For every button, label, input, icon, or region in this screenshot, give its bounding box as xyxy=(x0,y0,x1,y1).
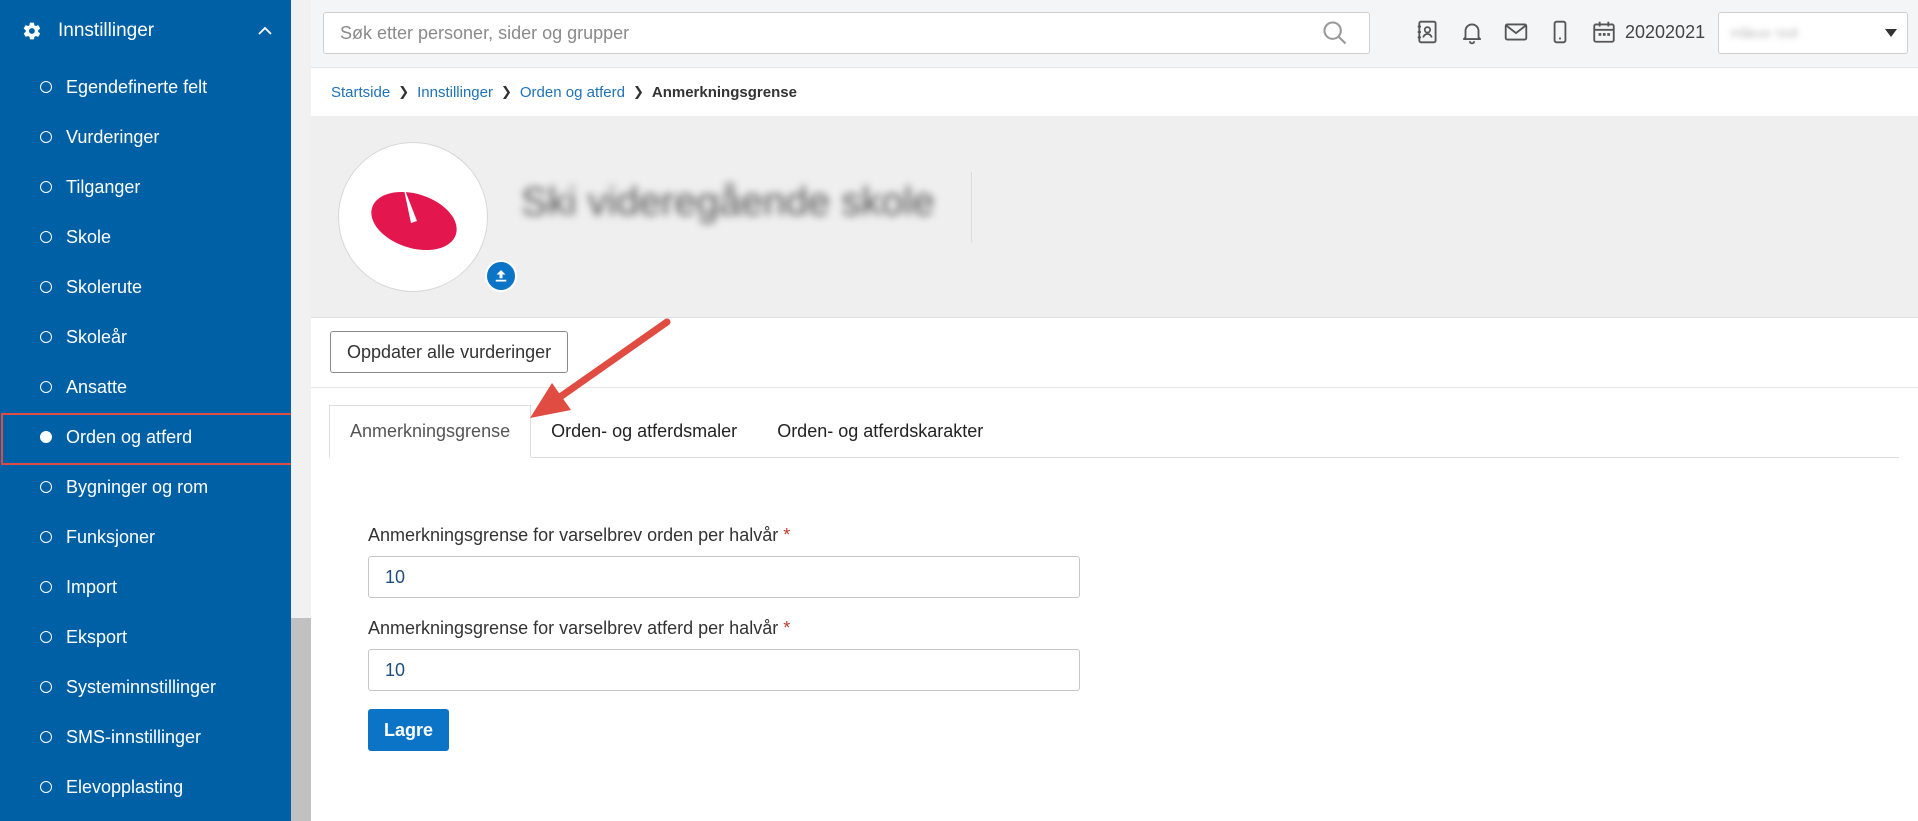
sidebar-item-funksjoner[interactable]: Funksjoner xyxy=(0,512,291,562)
bullet-icon xyxy=(40,681,52,693)
bullet-icon xyxy=(40,81,52,93)
user-menu[interactable]: Håkon Voll xyxy=(1718,12,1908,54)
sidebar-item-label: Vurderinger xyxy=(66,126,160,147)
action-bar: Oppdater alle vurderinger xyxy=(311,318,1918,388)
bullet-icon xyxy=(40,381,52,393)
sidebar-item-orden-og-atferd[interactable]: Orden og atferd xyxy=(0,412,293,465)
contacts-icon[interactable] xyxy=(1415,18,1441,46)
save-button[interactable]: Lagre xyxy=(368,709,450,751)
top-icons: 20202021 xyxy=(1415,14,1705,50)
sidebar: Innstillinger Egendefinerte felt Vurderin… xyxy=(0,0,293,821)
order-limit-label: Anmerkningsgrense for varselbrev orden p… xyxy=(368,525,791,545)
mobile-icon[interactable] xyxy=(1547,18,1573,46)
breadcrumb-link[interactable]: Innstillinger xyxy=(417,84,493,101)
sidebar-item-sms-innstillinger[interactable]: SMS-innstillinger xyxy=(0,712,291,762)
sidebar-item-vurderinger[interactable]: Vurderinger xyxy=(0,112,291,162)
caret-down-icon xyxy=(1885,29,1897,37)
breadcrumb: Startside ❯ Innstillinger ❯ Orden og atferd ❯… xyxy=(311,68,1918,116)
chevron-right-icon: ❯ xyxy=(632,84,644,99)
sidebar-item-label: Ansatte xyxy=(66,376,128,397)
logo-mark xyxy=(371,185,457,251)
bullet-icon xyxy=(40,481,52,493)
sidebar-scrollbar[interactable] xyxy=(291,0,311,821)
bullet-icon xyxy=(40,531,52,543)
order-limit-input[interactable] xyxy=(368,556,1080,598)
breadcrumb-current: Anmerkningsgrense xyxy=(651,83,797,101)
behavior-limit-input[interactable] xyxy=(368,649,1080,691)
tab-anmerkningsgrense[interactable]: Anmerkningsgrense xyxy=(329,405,532,458)
tab-orden-og-atferdsmaler[interactable]: Orden- og atferdsmaler xyxy=(531,405,757,458)
sidebar-item-tilganger[interactable]: Tilganger xyxy=(0,162,291,212)
sidebar-item-skolerute[interactable]: Skolerute xyxy=(0,262,291,312)
search-icon[interactable] xyxy=(1321,19,1349,47)
chevron-right-icon: ❯ xyxy=(398,84,410,99)
required-marker: * xyxy=(783,525,791,545)
school-name: Ski videregående skole xyxy=(521,180,935,224)
sidebar-item-label: Elevopplasting xyxy=(66,776,184,797)
bullet-icon xyxy=(40,431,52,443)
sidebar-item-label: Tilganger xyxy=(66,176,141,197)
bullet-icon xyxy=(40,331,52,343)
bullet-icon xyxy=(40,781,52,793)
mail-icon[interactable] xyxy=(1503,18,1529,46)
sidebar-menu: Egendefinerte felt Vurderinger Tilganger Sk… xyxy=(0,62,293,812)
sidebar-item-ansatte[interactable]: Ansatte xyxy=(0,362,291,412)
upload-logo-button[interactable] xyxy=(485,260,517,292)
sidebar-item-eksport[interactable]: Eksport xyxy=(0,612,291,662)
bullet-icon xyxy=(40,581,52,593)
tab-orden-og-atferdskarakter[interactable]: Orden- og atferdskarakter xyxy=(757,405,1003,458)
school-logo xyxy=(338,142,488,292)
sidebar-item-label: Egendefinerte felt xyxy=(66,76,208,97)
remark-limit-form: Anmerkningsgrense for varselbrev orden p… xyxy=(368,525,1080,751)
behavior-limit-field: Anmerkningsgrense for varselbrev atferd … xyxy=(368,618,1080,691)
calendar-icon[interactable] xyxy=(1591,18,1617,46)
behavior-limit-label: Anmerkningsgrense for varselbrev atferd … xyxy=(368,618,791,638)
school-year[interactable]: 20202021 xyxy=(1625,22,1705,43)
school-profile: Ski videregående skole xyxy=(311,116,1918,318)
sidebar-item-systeminnstillinger[interactable]: Systeminnstillinger xyxy=(0,662,291,712)
search-input[interactable] xyxy=(323,12,1370,54)
main-content: 20202021 Håkon Voll Startside ❯ Innstillin… xyxy=(311,0,1918,821)
user-name: Håkon Voll xyxy=(1731,25,1798,41)
sidebar-item-skoleår[interactable]: Skoleår xyxy=(0,312,291,362)
sidebar-item-label: Skolerute xyxy=(66,276,143,297)
breadcrumb-link[interactable]: Orden og atferd xyxy=(520,84,625,101)
bullet-icon xyxy=(40,631,52,643)
upload-icon xyxy=(495,270,507,282)
sidebar-item-label: Bygninger og rom xyxy=(66,476,209,497)
sidebar-item-import[interactable]: Import xyxy=(0,562,291,612)
sidebar-item-label: Orden og atferd xyxy=(66,426,193,447)
chevron-up-icon[interactable] xyxy=(256,22,274,40)
tab-bar: Anmerkningsgrense Orden- og atferdsmaler O… xyxy=(329,405,1899,458)
bullet-icon xyxy=(40,131,52,143)
sidebar-header-settings[interactable]: Innstillinger xyxy=(0,0,291,62)
sidebar-item-label: Systeminnstillinger xyxy=(66,676,217,697)
sidebar-item-bygninger-og-rom[interactable]: Bygninger og rom xyxy=(0,462,291,512)
sidebar-item-label: Eksport xyxy=(66,626,128,647)
sidebar-item-label: Import xyxy=(66,576,118,597)
bullet-icon xyxy=(40,731,52,743)
sidebar-item-elevopplasting[interactable]: Elevopplasting xyxy=(0,762,291,812)
scrollbar-thumb[interactable] xyxy=(291,618,311,821)
required-marker: * xyxy=(783,618,791,638)
sidebar-item-label: Funksjoner xyxy=(66,526,156,547)
sidebar-item-label: Skoleår xyxy=(66,326,128,347)
order-limit-field: Anmerkningsgrense for varselbrev orden p… xyxy=(368,525,1080,598)
bullet-icon xyxy=(40,181,52,193)
sidebar-item-label: SMS-innstillinger xyxy=(66,726,202,747)
sidebar-header-label: Innstillinger xyxy=(58,20,155,41)
update-all-assessments-button[interactable]: Oppdater alle vurderinger xyxy=(330,331,569,373)
gear-icon xyxy=(23,22,41,40)
bullet-icon xyxy=(40,231,52,243)
sidebar-item-egendefinerte-felt[interactable]: Egendefinerte felt xyxy=(0,62,291,112)
sidebar-item-label: Skole xyxy=(66,226,112,247)
bell-icon[interactable] xyxy=(1459,18,1485,46)
divider xyxy=(971,172,972,242)
chevron-right-icon: ❯ xyxy=(500,84,512,99)
breadcrumb-link[interactable]: Startside xyxy=(331,84,390,101)
sidebar-item-skole[interactable]: Skole xyxy=(0,212,291,262)
bullet-icon xyxy=(40,281,52,293)
top-bar: 20202021 Håkon Voll xyxy=(311,0,1918,68)
